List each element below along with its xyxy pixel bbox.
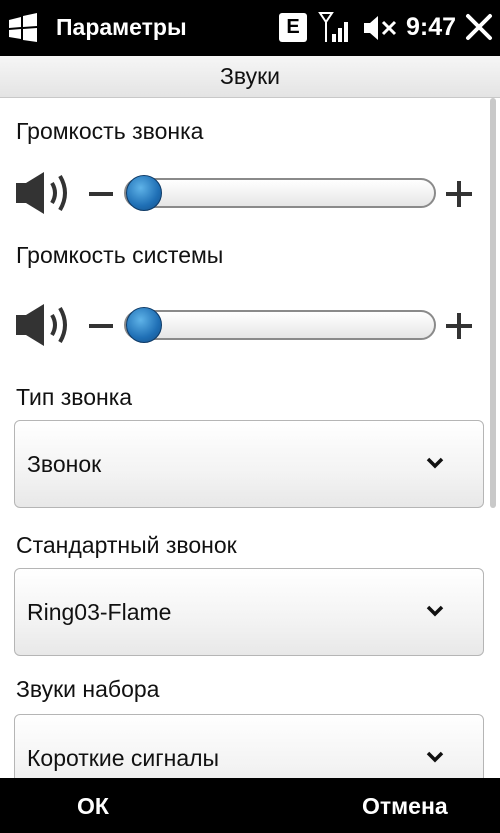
ring-tone-value: Ring03-Flame xyxy=(27,599,172,625)
keypad-sounds-label: Звуки набора xyxy=(16,676,160,702)
volume-increase-button[interactable] xyxy=(446,313,472,339)
slider-knob[interactable] xyxy=(126,175,162,211)
slider-track[interactable] xyxy=(124,310,436,340)
scrollbar[interactable] xyxy=(490,98,496,508)
app-title: Параметры xyxy=(56,14,187,40)
ring-tone-label: Стандартный звонок xyxy=(16,532,237,558)
chevron-down-icon xyxy=(426,605,444,617)
close-icon[interactable] xyxy=(464,12,494,42)
volume-decrease-button[interactable] xyxy=(89,192,113,196)
settings-content[interactable]: Громкость звонка Громкость системы Тип з… xyxy=(0,98,500,778)
page-title: Звуки xyxy=(219,63,280,89)
clock: 9:47 xyxy=(406,13,457,41)
signal-strength-icon xyxy=(318,12,348,42)
ring-type-value: Звонок xyxy=(27,451,102,477)
slider-knob[interactable] xyxy=(126,307,162,343)
ring-type-label: Тип звонка xyxy=(16,384,133,410)
speaker-icon xyxy=(16,172,67,214)
ring-type-dropdown[interactable]: Звонок xyxy=(14,420,484,508)
ringer-volume-label: Громкость звонка xyxy=(16,118,204,144)
speaker-muted-icon[interactable] xyxy=(362,13,398,43)
chevron-down-icon xyxy=(426,751,444,763)
volume-increase-button[interactable] xyxy=(446,181,472,207)
slider-track[interactable] xyxy=(124,178,436,208)
volume-decrease-button[interactable] xyxy=(89,324,113,328)
chevron-down-icon xyxy=(426,457,444,469)
network-type-badge: E xyxy=(279,13,307,42)
system-volume-label: Громкость системы xyxy=(16,242,224,268)
softkey-bar: ОК Отмена xyxy=(0,778,500,833)
cancel-button[interactable]: Отмена xyxy=(362,793,448,820)
system-volume-slider[interactable] xyxy=(14,300,484,350)
keypad-sounds-dropdown[interactable]: Короткие сигналы xyxy=(14,714,484,778)
ring-tone-dropdown[interactable]: Ring03-Flame xyxy=(14,568,484,656)
windows-start-icon[interactable] xyxy=(6,12,40,44)
speaker-icon xyxy=(16,304,67,346)
ok-button[interactable]: ОК xyxy=(77,793,109,820)
page-header: Звуки xyxy=(0,56,500,98)
ringer-volume-slider[interactable] xyxy=(14,168,484,218)
status-bar: Параметры E 9:47 xyxy=(0,0,500,56)
keypad-sounds-value: Короткие сигналы xyxy=(27,745,220,771)
